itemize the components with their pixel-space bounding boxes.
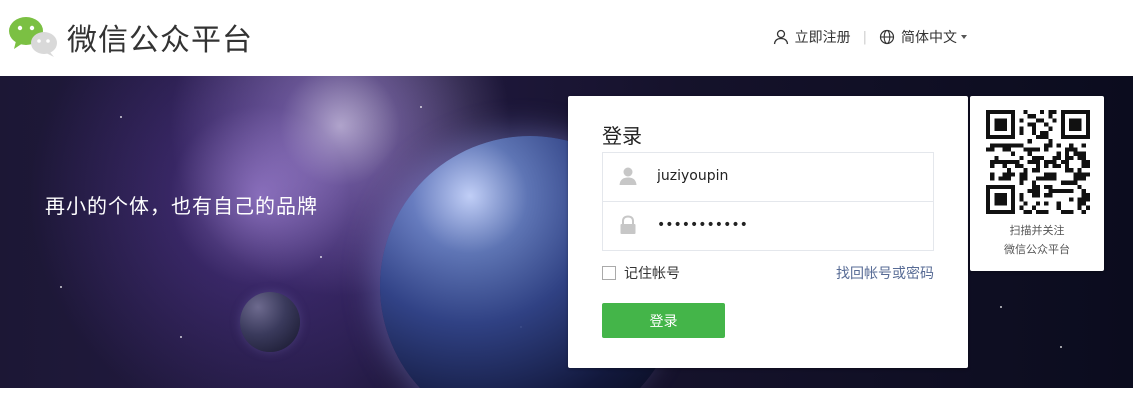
header-links: 立即注册 | 简体中文: [773, 27, 967, 47]
wechat-logo-icon[interactable]: [8, 14, 58, 58]
password-field[interactable]: [602, 201, 934, 251]
login-title: 登录: [602, 124, 642, 148]
star: [1000, 306, 1002, 308]
language-selector[interactable]: 简体中文: [879, 27, 967, 47]
star: [60, 286, 62, 288]
qr-panel: 扫描并关注 微信公众平台: [970, 96, 1104, 271]
chevron-down-icon: [961, 35, 967, 39]
password-input[interactable]: [657, 202, 917, 248]
star: [420, 106, 422, 108]
register-label: 立即注册: [794, 30, 851, 46]
language-label: 简体中文: [901, 30, 957, 46]
remember-label: 记住帐号: [624, 266, 680, 282]
qr-code-icon[interactable]: [986, 110, 1090, 214]
header-separator: |: [862, 29, 867, 45]
login-button[interactable]: 登录: [602, 303, 725, 338]
star: [120, 116, 122, 118]
brand-title[interactable]: 微信公众平台: [67, 15, 253, 59]
globe-icon: [879, 29, 895, 45]
forgot-account-link[interactable]: 找回帐号或密码: [836, 263, 934, 283]
remember-account[interactable]: 记住帐号: [602, 263, 680, 283]
star: [1060, 346, 1062, 348]
user-field-icon: [619, 167, 637, 185]
star: [180, 336, 182, 338]
qr-caption-line2: 微信公众平台: [1004, 243, 1070, 256]
lock-icon: [620, 215, 636, 234]
user-icon: [773, 29, 789, 45]
register-link[interactable]: 立即注册: [773, 27, 851, 47]
star: [320, 256, 322, 258]
moon-graphic: [240, 292, 300, 352]
login-panel: 登录 记住帐号 找回帐号或密码 登录: [568, 96, 968, 368]
username-field[interactable]: [602, 152, 934, 202]
username-input[interactable]: [657, 153, 917, 199]
banner-slogan: 再小的个体，也有自己的品牌: [45, 194, 318, 218]
remember-checkbox[interactable]: [602, 266, 616, 280]
top-header: 微信公众平台 立即注册 | 简体中文: [0, 0, 1133, 76]
qr-caption-line1: 扫描并关注: [1009, 224, 1065, 237]
